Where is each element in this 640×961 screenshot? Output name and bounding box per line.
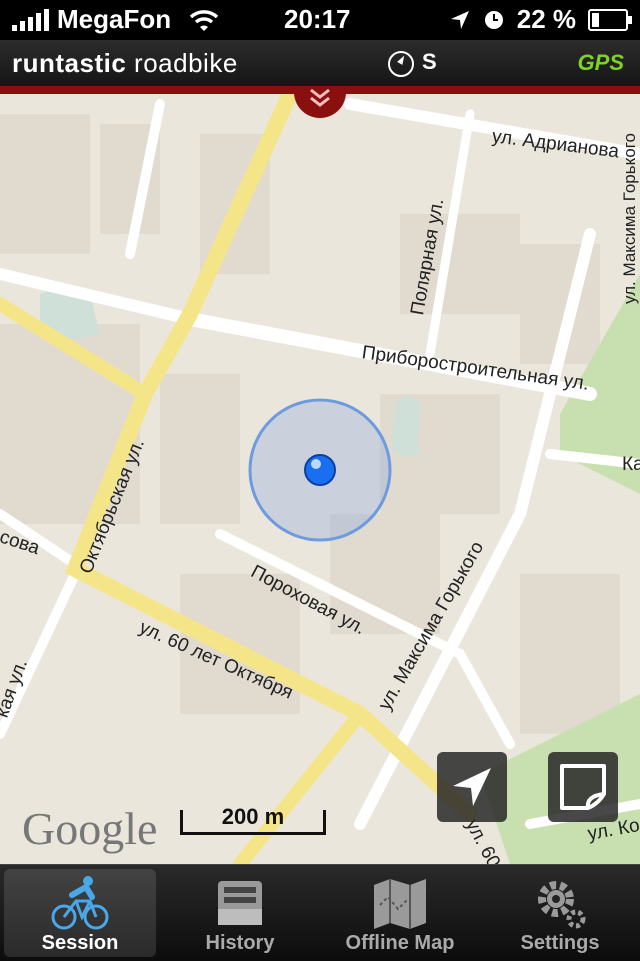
gps-indicator: GPS [577, 50, 624, 75]
archive-icon [218, 881, 262, 925]
tab-offline-map-label: Offline Map [345, 932, 455, 954]
map-icon [374, 879, 426, 929]
gear-icon [538, 881, 586, 929]
google-logo: Google [22, 803, 158, 854]
map-view[interactable]: ул. Адрианова Полярная ул. Приборостроит… [0, 94, 640, 864]
battery-icon [588, 8, 632, 31]
brand-logo: runtastic roadbike [12, 48, 238, 79]
bicycle-icon [51, 876, 109, 930]
clock: 20:17 [284, 4, 351, 34]
tab-settings-label: Settings [520, 932, 600, 954]
carrier-group: MegaFon [12, 4, 219, 35]
battery-percent: 22 % [516, 4, 576, 34]
map-type-button[interactable] [548, 752, 618, 822]
current-location-dot [304, 454, 336, 486]
navigation-arrow-icon [453, 768, 491, 806]
street-label-ka: Ка [622, 454, 640, 475]
tab-session[interactable]: Session [4, 869, 156, 957]
status-right: 22 % [449, 4, 632, 35]
compass-heading: S [422, 49, 437, 74]
map-canvas[interactable] [0, 94, 640, 864]
locate-me-button[interactable] [437, 752, 507, 822]
location-dot-highlight [311, 459, 321, 469]
alarm-clock-icon [484, 10, 503, 29]
carrier-name: MegaFon [57, 4, 172, 34]
double-chevron-down-icon [310, 88, 330, 107]
compass-icon [388, 51, 414, 77]
tab-session-label: Session [41, 932, 119, 954]
brand-name-light: roadbike [134, 48, 238, 78]
tab-history[interactable]: History [164, 869, 316, 957]
location-services-icon [450, 10, 469, 29]
signal-strength-icon [12, 8, 49, 31]
wifi-icon [189, 9, 219, 31]
map-scale-label: 200 m [221, 804, 285, 829]
pond-small [392, 396, 420, 456]
tab-bar: Session History Offline Map Settings [0, 864, 640, 961]
tab-offline-map[interactable]: Offline Map [324, 869, 476, 957]
street-label-right-vertical: ул. Максима Горького [620, 133, 639, 304]
app-header: runtastic roadbike S GPS [0, 40, 640, 86]
tab-settings[interactable]: Settings [484, 869, 636, 957]
brand-name-bold: runtastic [12, 48, 127, 78]
battery-fill [592, 12, 599, 27]
map-scale-bar: 200 m [180, 804, 326, 835]
page-curl-icon [560, 764, 606, 810]
status-bar: MegaFon 20:17 22 % [0, 0, 640, 40]
tab-history-label: History [205, 932, 275, 954]
